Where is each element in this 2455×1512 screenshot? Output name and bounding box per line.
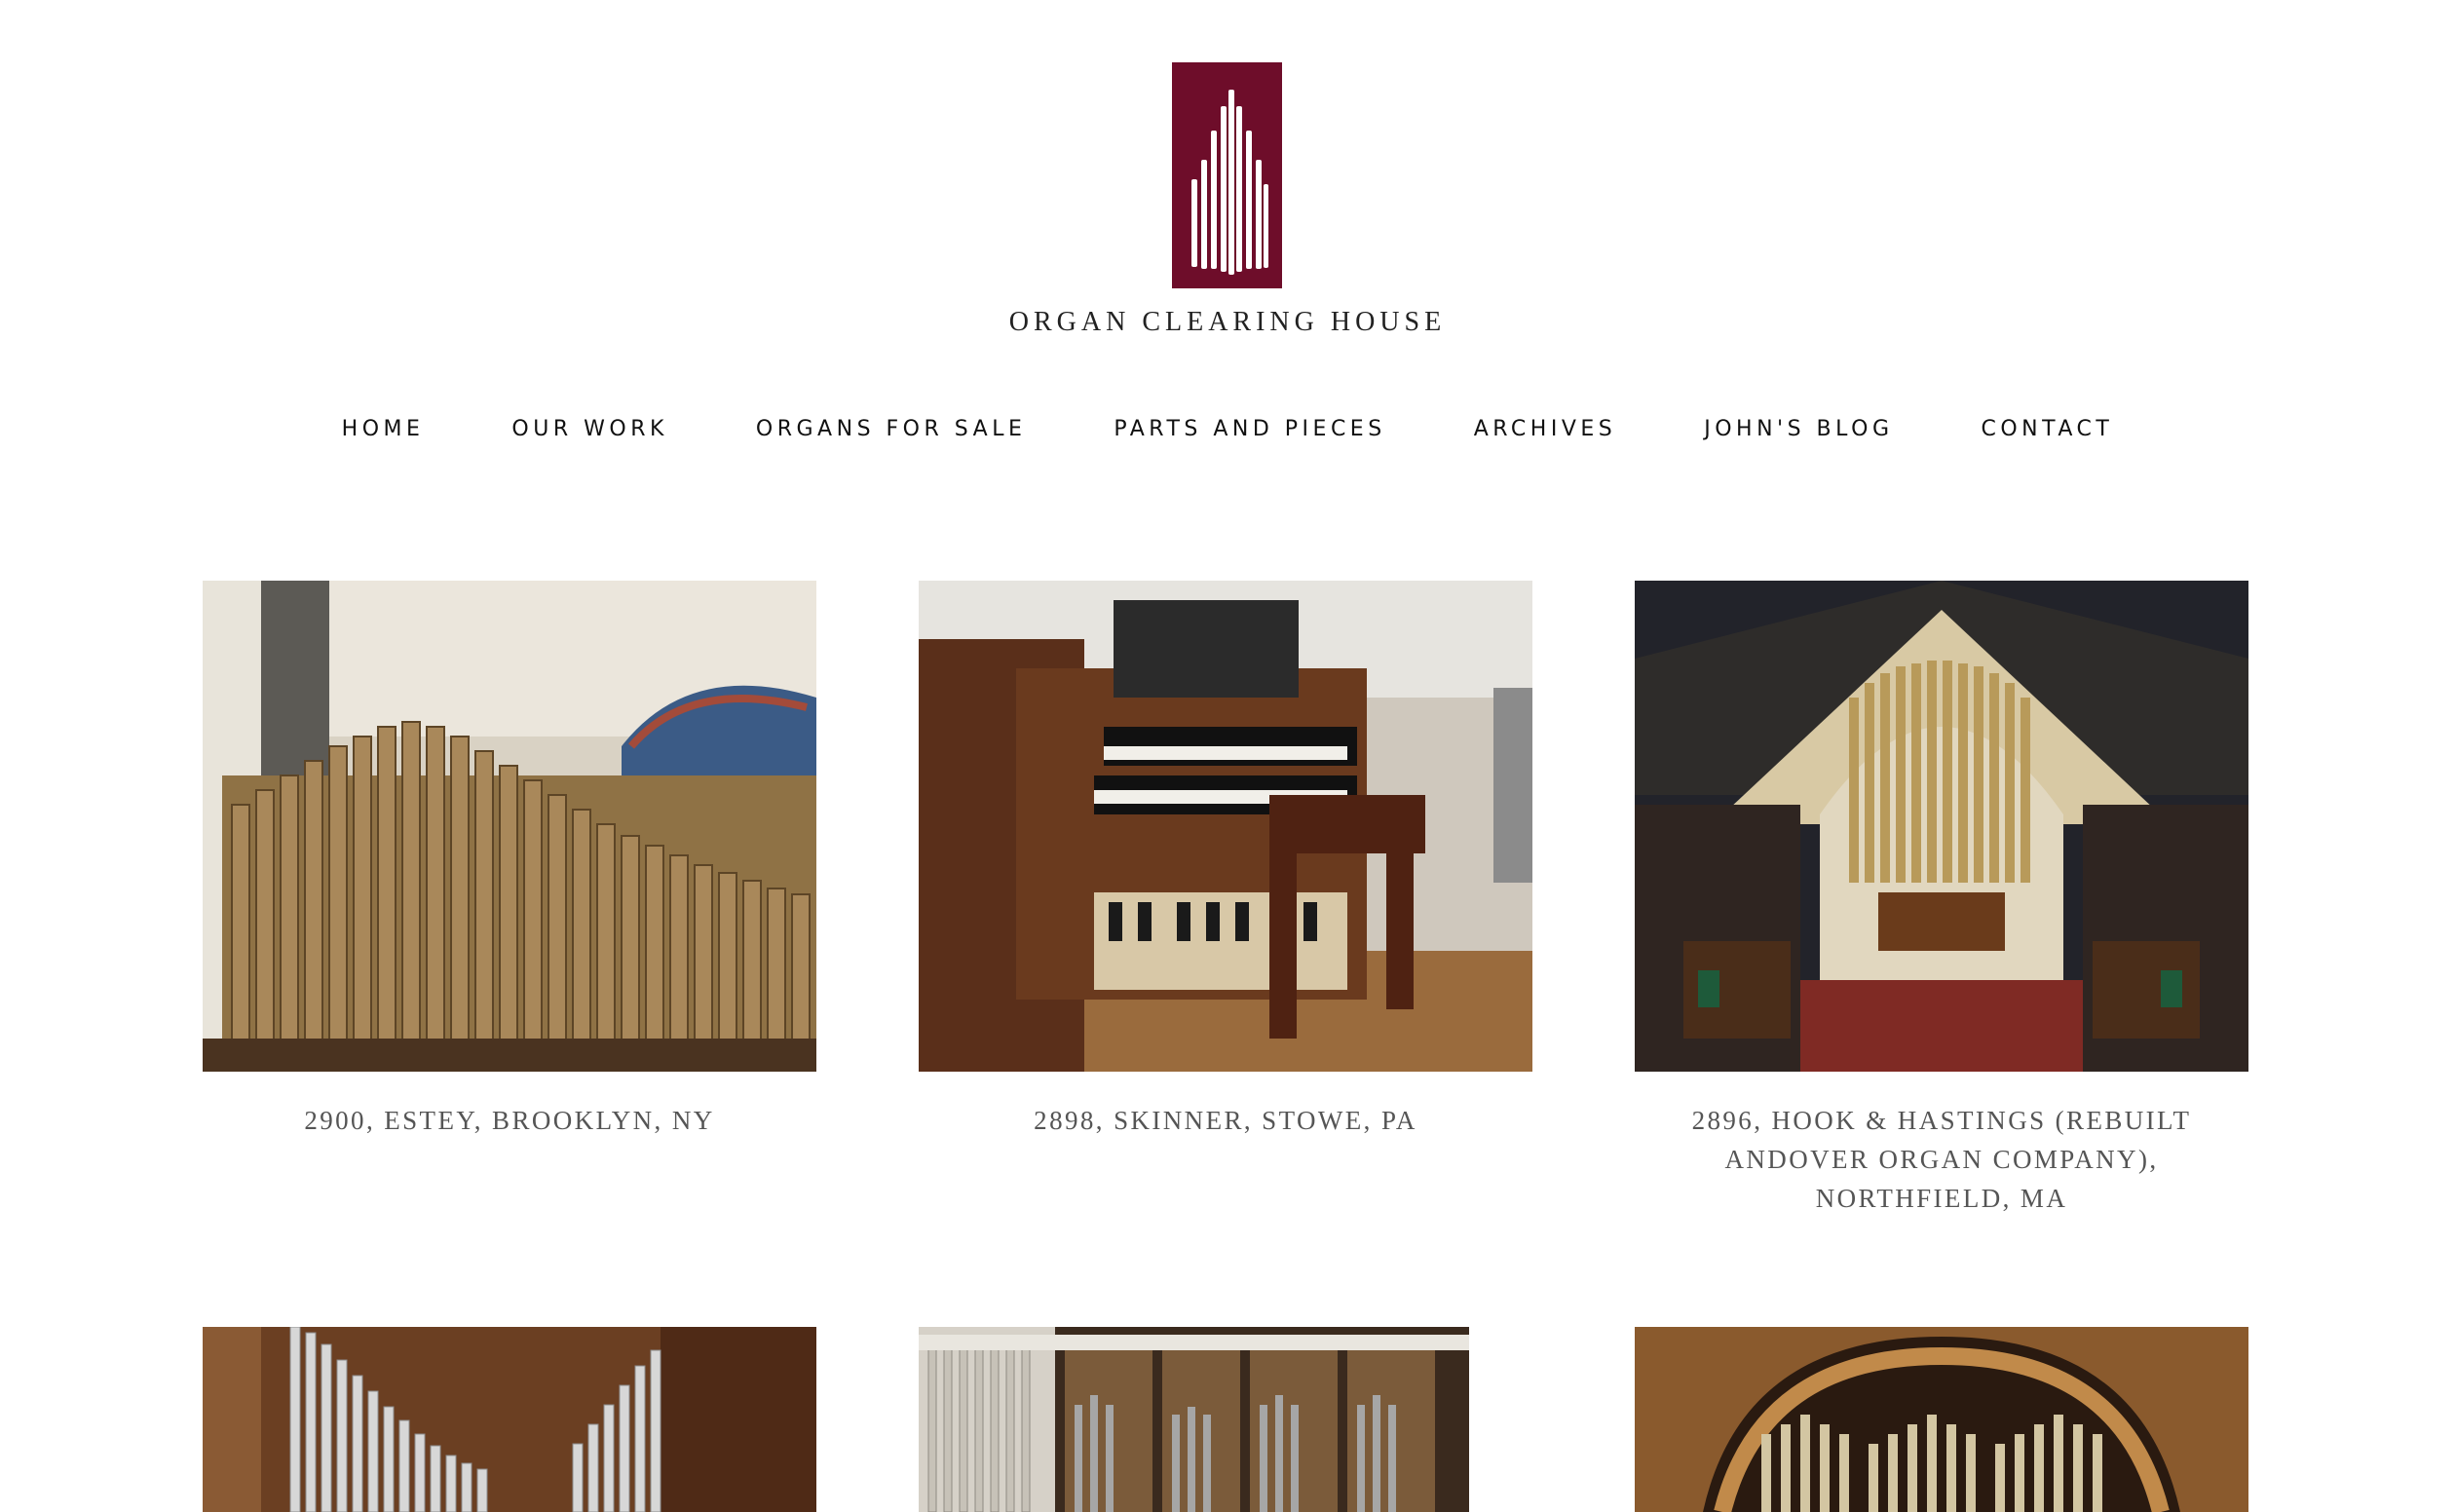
gallery-item-5[interactable]	[919, 1327, 1532, 1512]
gallery-item-6[interactable]	[1635, 1327, 2248, 1512]
gallery-caption: 2898, Skinner, Stowe, PA	[1034, 1106, 1417, 1135]
nav-contact[interactable]: Contact	[1938, 417, 2158, 441]
organ-pipes-wood-case-photo	[203, 1327, 816, 1512]
main-nav: Home Our Work Organs for Sale Parts and …	[0, 417, 2455, 441]
nav-johns-blog[interactable]: John's Blog	[1660, 417, 1937, 441]
gallery-caption: 2896, Hook & Hastings (Rebuilt Andover O…	[1691, 1106, 2192, 1213]
gallery-item-2900[interactable]: 2900, Estey, Brooklyn, NY	[203, 581, 816, 1140]
home-logo-link[interactable]: Organ Clearing House	[1009, 62, 1446, 338]
nav-our-work[interactable]: Our Work	[468, 417, 711, 441]
organ-pipes-photo	[203, 581, 816, 1072]
organ-console-photo	[919, 581, 1532, 1072]
gallery-caption: 2900, Estey, Brooklyn, NY	[304, 1106, 715, 1135]
nav-parts-and-pieces[interactable]: Parts and Pieces	[1070, 417, 1429, 441]
church-organ-photo	[1635, 581, 2248, 1072]
gallery-item-2898[interactable]: 2898, Skinner, Stowe, PA	[919, 581, 1532, 1140]
site-title: Organ Clearing House	[1008, 307, 1447, 337]
gallery-item-2896[interactable]: 2896, Hook & Hastings (Rebuilt Andover O…	[1635, 581, 2248, 1218]
nav-organs-for-sale[interactable]: Organs for Sale	[712, 417, 1070, 441]
arched-organ-photo	[1635, 1327, 2248, 1512]
organ-pipes-logo-icon	[1172, 62, 1283, 288]
organ-facade-carved-photo	[919, 1327, 1469, 1512]
gallery-item-4[interactable]	[203, 1327, 816, 1512]
nav-archives[interactable]: Archives	[1430, 417, 1661, 441]
site-header: Organ Clearing House	[0, 62, 2455, 338]
nav-home[interactable]: Home	[298, 417, 469, 441]
